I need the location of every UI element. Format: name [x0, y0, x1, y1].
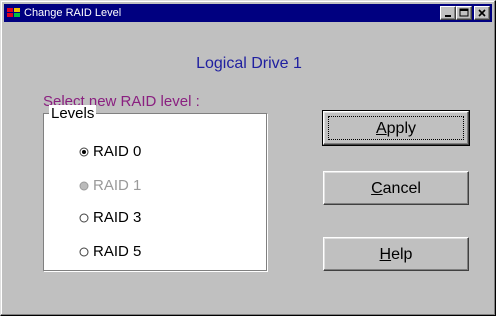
cancel-mnemonic: C [371, 180, 383, 197]
radio-disabled-icon [79, 181, 89, 191]
window-title: Change RAID Level [24, 7, 122, 19]
help-label-rest: elp [391, 246, 413, 263]
minimize-button[interactable] [440, 6, 456, 20]
maximize-button[interactable] [456, 6, 472, 20]
focus-rectangle [328, 116, 464, 140]
radio-unselected-icon [79, 247, 89, 257]
radio-label: RAID 5 [93, 243, 142, 260]
close-icon [478, 9, 486, 17]
radio-label: RAID 3 [93, 209, 142, 226]
logical-drive-heading: Logical Drive 1 [196, 55, 302, 72]
minimize-icon [445, 15, 451, 17]
levels-legend: Levels [49, 105, 97, 122]
help-button[interactable]: Help [323, 237, 469, 271]
radio-unselected-icon [79, 213, 89, 223]
radio-label: RAID 0 [93, 143, 142, 160]
title-bar[interactable]: Change RAID Level [4, 4, 492, 22]
apply-button[interactable]: Apply [322, 110, 470, 146]
radio-label: RAID 1 [93, 177, 142, 194]
raid-app-icon [7, 8, 20, 17]
radio-selected-icon [79, 147, 89, 157]
help-mnemonic: H [379, 246, 392, 263]
cancel-button[interactable]: Cancel [323, 171, 469, 205]
maximize-icon [459, 8, 469, 17]
cancel-label-rest: ancel [382, 180, 421, 197]
close-button[interactable] [474, 6, 490, 20]
change-raid-level-dialog: Change RAID Level Logical Drive 1 Select… [0, 0, 496, 316]
levels-groupbox [43, 113, 267, 271]
